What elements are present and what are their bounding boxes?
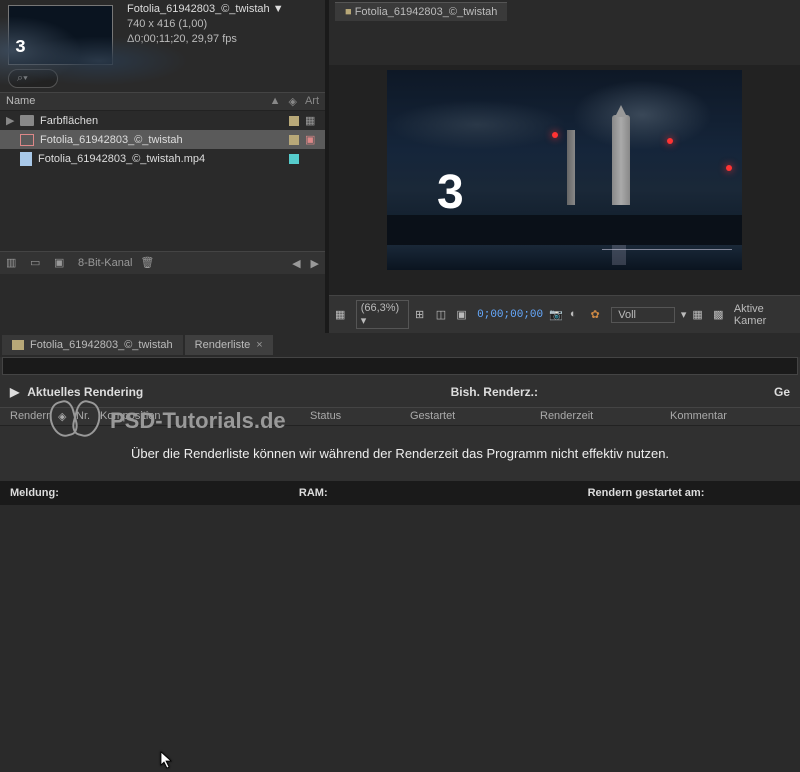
launch-light	[726, 165, 732, 171]
mask-icon[interactable]: ◫	[436, 308, 451, 322]
elapsed-label: Bish. Renderz.:	[451, 385, 538, 399]
color-mgmt-icon[interactable]: ✿	[591, 308, 606, 322]
col-gestartet[interactable]: Gestartet	[406, 410, 536, 423]
interpret-icon[interactable]: ▥	[6, 256, 22, 270]
preview-tab[interactable]: ■ Fotolia_61942803_©_twistah	[335, 2, 507, 21]
launch-light	[552, 132, 558, 138]
view-icon[interactable]: ▦	[692, 308, 707, 322]
folder-icon	[20, 115, 34, 126]
new-comp-icon[interactable]: ▣	[54, 256, 70, 270]
status-ram: RAM:	[299, 487, 328, 499]
timecode[interactable]: 0;00;00;00	[477, 309, 543, 321]
grid-icon[interactable]: ▦	[335, 308, 350, 322]
zoom-dropdown[interactable]: (66,3%) ▾	[356, 300, 409, 329]
render-progress-bar	[2, 357, 798, 375]
bpc-button[interactable]: 8-Bit-Kanal	[78, 257, 132, 269]
col-status[interactable]: Status	[306, 410, 406, 423]
col-render[interactable]: Rendern	[6, 410, 54, 423]
col-name[interactable]: Name	[6, 95, 270, 108]
color-swatch[interactable]	[289, 116, 299, 126]
color-swatch[interactable]	[289, 135, 299, 145]
resolution-icon[interactable]: ⊞	[415, 308, 430, 322]
col-renderzeit[interactable]: Renderzeit	[536, 410, 666, 423]
col-type[interactable]: Art	[305, 95, 319, 108]
col-kommentar[interactable]: Kommentar	[666, 410, 746, 423]
current-render-label: Aktuelles Rendering	[27, 385, 143, 399]
tag-col-icon[interactable]: ◈	[288, 95, 296, 108]
watermark-logo: PSD-Tutorials.de	[50, 401, 286, 441]
cursor-icon	[160, 751, 174, 772]
3d-icon[interactable]: ▩	[713, 308, 728, 322]
sort-icon[interactable]: ▲	[270, 95, 281, 108]
quality-dropdown[interactable]: Voll	[611, 307, 675, 323]
comp-icon	[20, 134, 34, 146]
prev-frame-icon[interactable]: ◀	[292, 257, 300, 270]
thumbnail-countdown: 3	[15, 38, 26, 58]
butterfly-icon	[50, 401, 100, 441]
status-started: Rendern gestartet am:	[588, 487, 705, 499]
document-icon	[20, 152, 32, 166]
total-label: Ge	[774, 385, 790, 399]
video-row[interactable]: Fotolia_61942803_©_twistah.mp4	[0, 149, 325, 169]
snapshot-icon[interactable]: 📷	[549, 308, 564, 322]
timeline-tab[interactable]: Fotolia_61942803_©_twistah	[2, 335, 183, 355]
channel-icon[interactable]: ◐	[570, 308, 585, 322]
tab-marker: ■	[345, 6, 355, 18]
close-tab-icon[interactable]: ×	[256, 339, 262, 351]
chevron-right-icon[interactable]: ▶	[6, 114, 14, 127]
status-meldung: Meldung:	[10, 487, 59, 499]
project-thumbnail[interactable]: 3	[8, 5, 113, 65]
comp-tab-icon	[12, 340, 24, 350]
next-frame-icon[interactable]: ▶	[311, 257, 319, 270]
folder-type-icon: ▦	[305, 114, 319, 127]
launch-light	[667, 138, 673, 144]
renderqueue-tab[interactable]: Renderliste ×	[185, 335, 273, 355]
chevron-right-icon[interactable]: ▶	[10, 385, 19, 399]
asset-title: Fotolia_61942803_©_twistah ▼	[127, 2, 284, 17]
preview-viewport[interactable]: 3	[387, 70, 742, 270]
row-label: Fotolia_61942803_©_twistah	[40, 134, 183, 146]
color-swatch[interactable]	[289, 154, 299, 164]
comp-row[interactable]: Fotolia_61942803_©_twistah ▣	[0, 130, 325, 149]
project-list-header[interactable]: Name ▲ ◈ Art	[0, 92, 325, 111]
countdown-overlay: 3	[437, 165, 464, 220]
row-label: Fotolia_61942803_©_twistah.mp4	[38, 153, 205, 165]
region-icon[interactable]: ▣	[456, 308, 471, 322]
trash-icon[interactable]: 🗑	[140, 256, 156, 270]
new-folder-icon[interactable]: ▭	[30, 256, 46, 270]
folder-row[interactable]: ▶ Farbflächen ▦	[0, 111, 325, 130]
comp-type-icon: ▣	[305, 133, 319, 146]
asset-dimensions: 740 x 416 (1,00)	[127, 17, 284, 32]
row-label: Farbflächen	[40, 115, 98, 127]
camera-dropdown[interactable]: Aktive Kamer	[734, 303, 794, 327]
